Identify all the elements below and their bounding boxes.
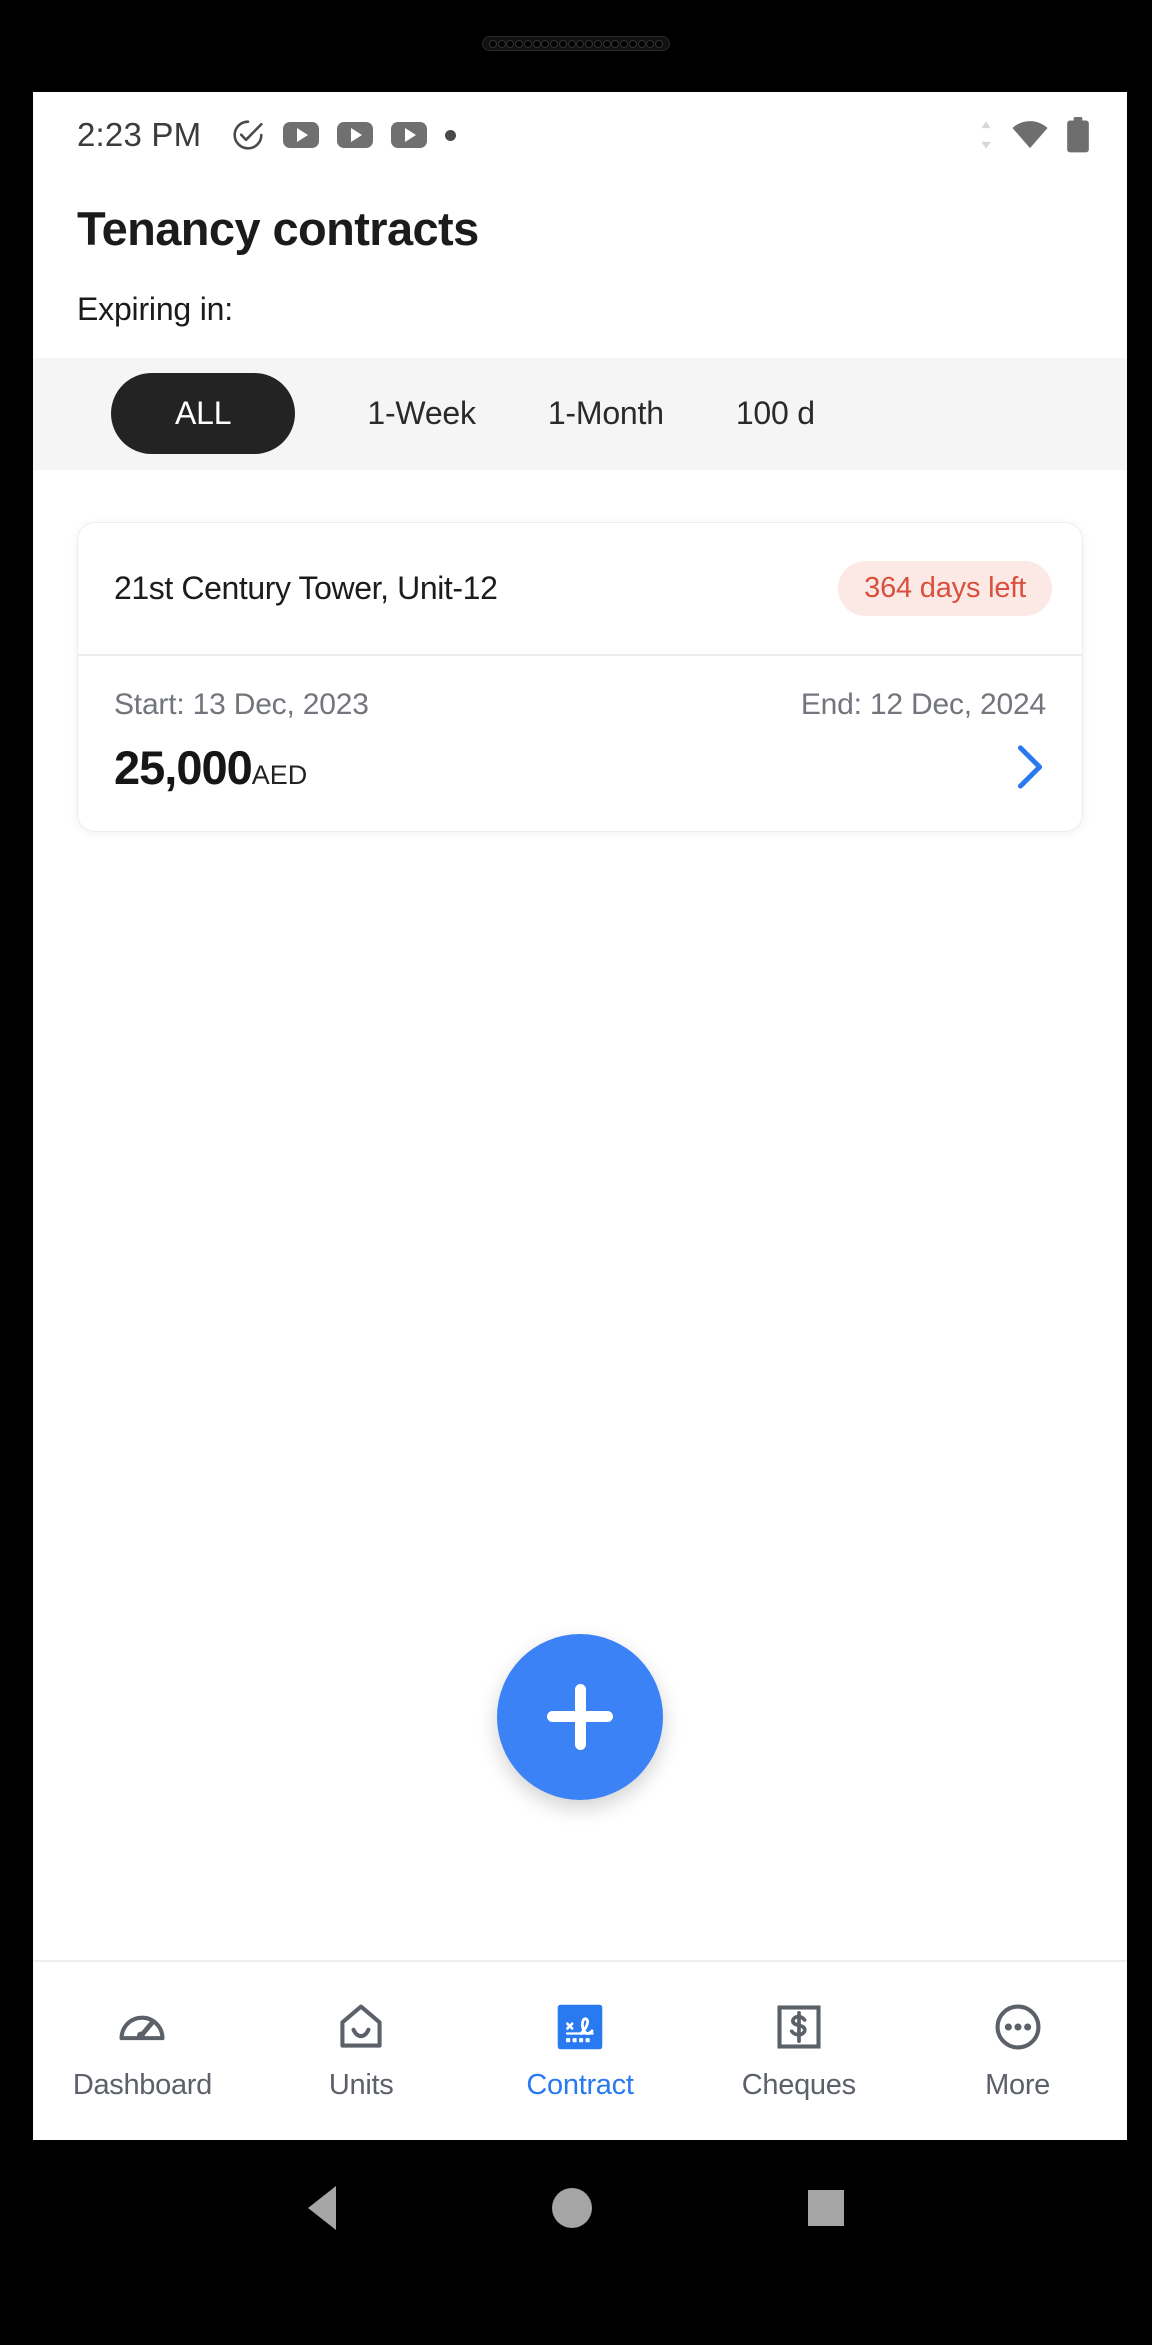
home-circle-icon[interactable] — [552, 2187, 592, 2228]
status-system-icons — [977, 116, 1091, 154]
filter-chip-100-days[interactable]: 100 d — [736, 373, 815, 454]
battery-icon — [1067, 116, 1089, 153]
nav-item-units[interactable]: Units — [252, 2001, 471, 2102]
device-top-bezel — [0, 0, 1152, 92]
chevron-right-icon[interactable] — [1014, 744, 1046, 790]
nav-item-dashboard[interactable]: Dashboard — [33, 2001, 252, 2102]
mobile-data-icon — [981, 121, 991, 149]
contract-amount-row: 25,000AED — [114, 740, 1046, 795]
contract-currency: AED — [251, 759, 308, 790]
page-header: Tenancy contracts Expiring in: — [33, 178, 1127, 328]
contract-dates-row: Start: 13 Dec, 2023 End: 12 Dec, 2024 — [114, 688, 1046, 722]
filter-chip-1-month[interactable]: 1-Month — [548, 373, 664, 454]
nav-item-more[interactable]: More — [908, 2001, 1127, 2102]
back-triangle-icon[interactable] — [308, 2185, 336, 2230]
status-bar: 2:23 PM — [33, 92, 1127, 178]
earpiece-speaker-grille — [482, 36, 670, 51]
contract-card[interactable]: 21st Century Tower, Unit-12 364 days lef… — [77, 521, 1083, 832]
phone-screen: 2:23 PM Tenancy contracts Expiring in: A… — [33, 92, 1127, 2140]
dashboard-gauge-icon — [116, 2001, 168, 2053]
status-notification-icons — [231, 118, 457, 152]
nav-label-contract: Contract — [526, 2068, 634, 2101]
contract-signature-icon — [554, 2001, 606, 2053]
more-circle-icon — [992, 2001, 1044, 2053]
youtube-icon — [337, 122, 374, 148]
nav-label-units: Units — [328, 2068, 394, 2101]
home-icon — [335, 2001, 387, 2053]
android-navigation-bar[interactable] — [0, 2140, 1152, 2275]
phone-device-frame: 2:23 PM Tenancy contracts Expiring in: A… — [0, 0, 1152, 2345]
expiry-filter-chips[interactable]: ALL 1-Week 1-Month 100 d — [33, 357, 1127, 470]
device-bottom-bezel — [0, 2275, 1152, 2345]
dot-icon — [445, 129, 457, 141]
filter-chip-all[interactable]: ALL — [111, 373, 296, 455]
nav-label-dashboard: Dashboard — [72, 2068, 212, 2101]
youtube-icon — [283, 122, 320, 148]
filter-chip-1-week[interactable]: 1-Week — [367, 373, 476, 454]
nav-label-more: More — [985, 2068, 1051, 2101]
plus-icon — [574, 1683, 586, 1750]
contract-unit-title: 21st Century Tower, Unit-12 — [114, 569, 498, 606]
nav-item-contract[interactable]: Contract — [471, 2001, 690, 2102]
contract-card-body: Start: 13 Dec, 2023 End: 12 Dec, 2024 25… — [78, 656, 1082, 831]
status-time: 2:23 PM — [77, 116, 202, 153]
contract-end-date: End: 12 Dec, 2024 — [800, 687, 1046, 721]
contract-start-date: Start: 13 Dec, 2023 — [114, 687, 369, 721]
youtube-icon — [391, 122, 428, 148]
contracts-list: 21st Century Tower, Unit-12 364 days lef… — [33, 469, 1127, 1888]
contract-card-header: 21st Century Tower, Unit-12 364 days lef… — [78, 523, 1082, 654]
add-contract-fab[interactable] — [497, 1633, 663, 1800]
wifi-icon — [1012, 121, 1048, 149]
dollar-square-icon — [773, 2001, 825, 2053]
days-left-badge: 364 days left — [838, 560, 1052, 616]
page-title: Tenancy contracts — [77, 202, 479, 255]
nav-item-cheques[interactable]: Cheques — [689, 2001, 908, 2102]
recents-square-icon[interactable] — [808, 2189, 844, 2226]
contract-amount-value: 25,000 — [114, 740, 253, 794]
check-circle-icon — [233, 120, 263, 150]
contract-amount: 25,000AED — [114, 740, 307, 795]
expiring-in-label: Expiring in: — [77, 290, 233, 327]
nav-label-cheques: Cheques — [741, 2068, 856, 2101]
bottom-navigation-bar[interactable]: Dashboard Units Contract Cheques More — [33, 1960, 1127, 2140]
